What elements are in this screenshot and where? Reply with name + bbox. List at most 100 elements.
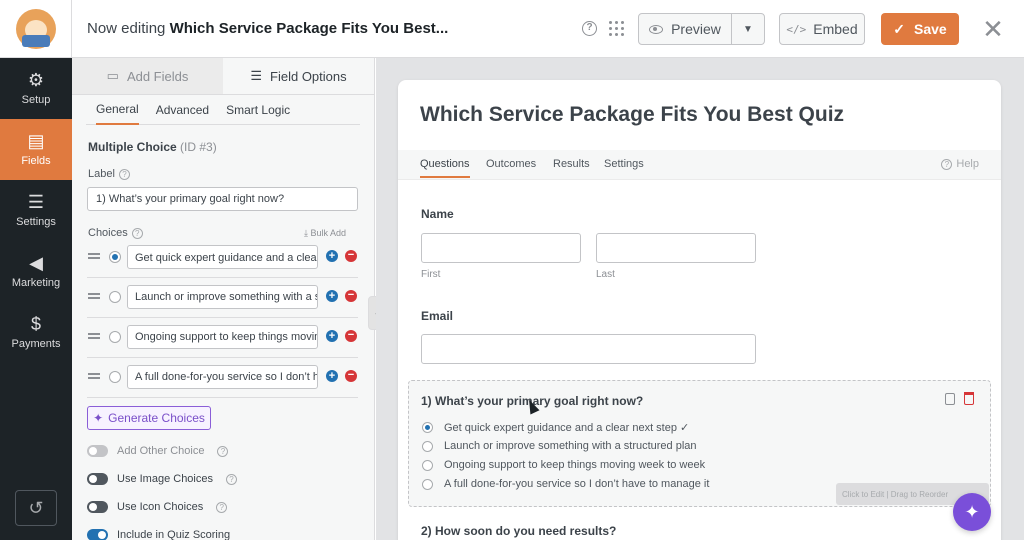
sidebar-item-setup[interactable]: ⚙ Setup — [0, 58, 72, 119]
sidebar-item-payments[interactable]: $ Payments — [0, 302, 72, 363]
field-options-panel: ▭ Add Fields ☰ Field Options General Adv… — [72, 58, 375, 540]
selected-question-field[interactable]: 1) What’s your primary goal right now? G… — [408, 380, 991, 507]
drag-handle-icon[interactable] — [88, 373, 100, 379]
trash-icon[interactable] — [964, 392, 974, 405]
toggle-use-image-choices: Use Image Choices ? — [87, 473, 237, 485]
question-option[interactable]: A full done-for-you service so I don’t h… — [422, 478, 709, 490]
help-icon[interactable]: ? — [226, 473, 237, 485]
sidebar-item-settings[interactable]: ☰ Settings — [0, 180, 72, 241]
add-choice-icon[interactable]: + — [326, 250, 338, 262]
email-input[interactable] — [421, 334, 756, 364]
last-name-input[interactable] — [596, 233, 756, 263]
panel-tabs: ▭ Add Fields ☰ Field Options — [72, 58, 374, 95]
code-icon: </> — [786, 22, 807, 36]
last-sublabel: Last — [596, 269, 615, 280]
remove-choice-icon[interactable]: − — [345, 370, 357, 382]
eye-icon — [649, 24, 664, 34]
preview-dropdown-chevron-icon[interactable]: ▼ — [732, 14, 764, 44]
form-name: Which Service Package Fits You Best... — [169, 20, 449, 37]
default-choice-radio[interactable] — [109, 291, 121, 303]
top-bar: Now editing Which Service Package Fits Y… — [0, 0, 1024, 58]
fields-icon: ▤ — [27, 131, 45, 151]
drag-handle-icon[interactable] — [88, 293, 100, 299]
option-radio[interactable] — [422, 478, 433, 490]
editing-title: Now editing Which Service Package Fits Y… — [87, 20, 449, 37]
question-option[interactable]: Ongoing support to keep things moving we… — [422, 459, 705, 471]
choice-input[interactable]: Get quick expert guidance and a clear ne… — [127, 245, 318, 269]
tab-add-fields[interactable]: ▭ Add Fields — [72, 58, 223, 94]
label-field[interactable]: 1) What’s your primary goal right now? — [87, 187, 358, 211]
help-icon[interactable]: ? — [217, 445, 229, 457]
embed-button[interactable]: </> Embed — [779, 13, 865, 45]
add-choice-icon[interactable]: + — [326, 330, 338, 342]
preview-button[interactable]: Preview — [639, 14, 732, 44]
help-icon[interactable]: ? — [216, 501, 228, 513]
toggle-switch[interactable] — [87, 473, 108, 485]
help-link[interactable]: ? Help — [941, 158, 979, 170]
wpforms-logo[interactable] — [0, 0, 72, 58]
choice-row: A full done-for-you service so I don’t h… — [87, 358, 358, 398]
form-tabs: Questions Outcomes Results Settings ? He… — [398, 150, 1001, 180]
question-option[interactable]: Launch or improve something with a struc… — [422, 440, 697, 452]
revisions-history-icon[interactable]: ↺ — [15, 490, 57, 526]
choice-input[interactable]: A full done-for-you service so I don’t h… — [127, 365, 318, 389]
field-id: (ID #3) — [180, 140, 217, 154]
tab-questions[interactable]: Questions — [420, 158, 470, 178]
option-radio[interactable] — [422, 459, 433, 471]
name-label: Name — [421, 207, 454, 221]
choice-input[interactable]: Ongoing support to keep things moving we… — [127, 325, 318, 349]
toggle-switch[interactable] — [87, 529, 108, 540]
help-icon: ? — [941, 158, 953, 170]
question-option[interactable]: Get quick expert guidance and a clear ne… — [422, 421, 689, 434]
toggle-use-icon-choices: Use Icon Choices ? — [87, 501, 228, 513]
help-icon[interactable]: ? — [118, 168, 130, 180]
close-icon[interactable]: ✕ — [978, 14, 1008, 44]
subtab-advanced[interactable]: Advanced — [156, 95, 209, 125]
field-type-title: Multiple Choice (ID #3) — [88, 140, 217, 154]
subtab-general[interactable]: General — [96, 95, 139, 125]
ai-sparkle-button[interactable]: ✦ — [953, 493, 991, 531]
question-2-title: 2) How soon do you need results? — [421, 524, 617, 538]
choice-row: Ongoing support to keep things moving we… — [87, 318, 358, 358]
remove-choice-icon[interactable]: − — [345, 290, 357, 302]
tab-settings[interactable]: Settings — [604, 158, 644, 170]
default-choice-radio[interactable] — [109, 371, 121, 383]
list-icon: ▭ — [106, 68, 119, 83]
email-label: Email — [421, 309, 454, 323]
tab-field-options[interactable]: ☰ Field Options — [223, 58, 374, 94]
sidebar-item-marketing[interactable]: ◀ Marketing — [0, 241, 72, 302]
drag-handle-icon[interactable] — [88, 333, 100, 339]
toggle-add-other-choice: Add Other Choice ? — [87, 445, 229, 457]
remove-choice-icon[interactable]: − — [345, 250, 357, 262]
dollar-icon: $ — [30, 314, 41, 334]
option-radio[interactable] — [422, 440, 433, 452]
builder-sidebar: ⚙ Setup ▤ Fields ☰ Settings ◀ Marketing … — [0, 58, 72, 540]
grid-icon[interactable] — [609, 21, 624, 36]
choice-input[interactable]: Launch or improve something with a struc… — [127, 285, 318, 309]
default-choice-radio[interactable] — [109, 251, 121, 263]
first-name-input[interactable] — [421, 233, 581, 263]
toggle-switch[interactable] — [87, 445, 108, 457]
label-caption: Label? — [88, 168, 130, 180]
subtab-smart-logic[interactable]: Smart Logic — [226, 95, 290, 125]
toggle-switch[interactable] — [87, 501, 108, 513]
tab-results[interactable]: Results — [553, 158, 590, 170]
megaphone-icon: ◀ — [29, 253, 43, 273]
generate-choices-button[interactable]: ✦ Generate Choices — [87, 406, 211, 430]
save-button[interactable]: ✓ Save — [881, 13, 959, 45]
add-choice-icon[interactable]: + — [326, 290, 338, 302]
help-icon[interactable]: ? — [582, 21, 597, 36]
add-choice-icon[interactable]: + — [326, 370, 338, 382]
remove-choice-icon[interactable]: − — [345, 330, 357, 342]
duplicate-icon[interactable] — [945, 393, 955, 405]
drag-handle-icon[interactable] — [88, 253, 100, 259]
option-radio[interactable] — [422, 422, 433, 433]
sliders-icon: ☰ — [250, 68, 263, 83]
help-icon[interactable]: ? — [131, 227, 143, 239]
gear-icon: ⚙ — [27, 70, 45, 90]
choice-row: Launch or improve something with a struc… — [87, 278, 358, 318]
default-choice-radio[interactable] — [109, 331, 121, 343]
sliders-icon: ☰ — [27, 192, 45, 212]
sidebar-item-fields[interactable]: ▤ Fields — [0, 119, 72, 180]
tab-outcomes[interactable]: Outcomes — [486, 158, 536, 170]
